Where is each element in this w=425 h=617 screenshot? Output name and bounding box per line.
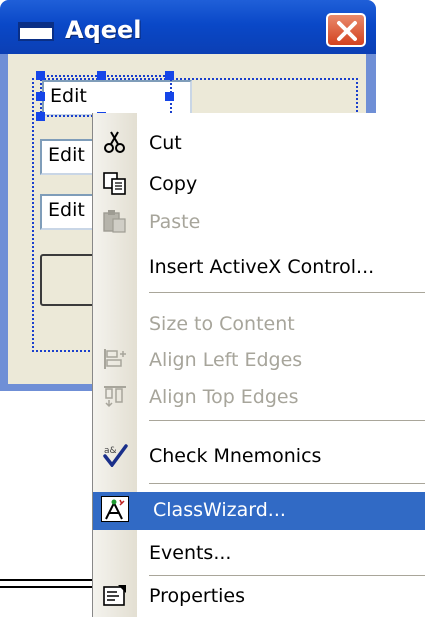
- resize-handle[interactable]: [36, 71, 45, 80]
- resize-handle[interactable]: [36, 92, 45, 101]
- menu-separator: [149, 575, 425, 576]
- resize-handle[interactable]: [36, 112, 45, 121]
- paste-icon: [103, 210, 126, 233]
- menu-item-label: Properties: [149, 585, 246, 607]
- menu-separator: [149, 483, 425, 484]
- menu-item-label: Align Left Edges: [149, 349, 303, 371]
- resize-handle[interactable]: [165, 71, 174, 80]
- edit-control-label: Edit: [48, 199, 85, 221]
- menu-item-label: Insert ActiveX Control...: [149, 256, 375, 278]
- properties-icon: [103, 585, 126, 606]
- resize-handle[interactable]: [165, 92, 174, 101]
- menu-item-align-top-edges[interactable]: Align Top Edges: [93, 379, 425, 413]
- edit-control-label: Edit: [48, 144, 85, 166]
- selection-box: [40, 75, 172, 117]
- menu-item-copy[interactable]: Copy: [93, 166, 425, 200]
- close-button[interactable]: [326, 13, 366, 47]
- check-mnemonics-icon: a&: [103, 444, 128, 467]
- resize-handle[interactable]: [97, 71, 106, 80]
- align-left-icon: [104, 349, 126, 369]
- menu-item-label: ClassWizard...: [153, 499, 286, 521]
- menu-item-cut[interactable]: Cut: [93, 125, 425, 159]
- scissors-icon: [104, 131, 125, 153]
- menu-item-paste[interactable]: Paste: [93, 204, 425, 238]
- menu-item-label: Cut: [149, 132, 182, 154]
- menu-item-events[interactable]: Events...: [93, 535, 425, 569]
- menu-item-label: Check Mnemonics: [149, 445, 322, 467]
- title-bar[interactable]: Aqeel: [0, 0, 376, 54]
- close-icon: [337, 21, 357, 41]
- menu-item-label: Paste: [149, 211, 201, 233]
- menu-item-size-to-content[interactable]: Size to Content: [93, 306, 425, 340]
- window-title: Aqeel: [65, 16, 142, 44]
- menu-item-align-left-edges[interactable]: Align Left Edges: [93, 342, 425, 376]
- menu-separator: [149, 292, 425, 293]
- window-icon: [18, 22, 54, 41]
- menu-item-check-mnemonics[interactable]: a& Check Mnemonics: [93, 438, 425, 472]
- menu-item-label: Size to Content: [149, 313, 295, 335]
- menu-separator: [149, 420, 425, 421]
- menu-item-properties[interactable]: Properties: [93, 578, 425, 612]
- menu-item-label: Copy: [149, 173, 198, 195]
- context-menu: Cut Copy Paste Insert ActiveX Control...…: [92, 113, 425, 617]
- menu-item-label: Events...: [149, 542, 232, 564]
- align-top-icon: [104, 386, 126, 408]
- menu-item-label: Align Top Edges: [149, 386, 299, 408]
- classwizard-icon: [101, 496, 129, 522]
- copy-icon: [103, 172, 126, 195]
- menu-item-classwizard[interactable]: ClassWizard...: [93, 492, 425, 530]
- menu-item-insert-activex[interactable]: Insert ActiveX Control...: [93, 249, 425, 283]
